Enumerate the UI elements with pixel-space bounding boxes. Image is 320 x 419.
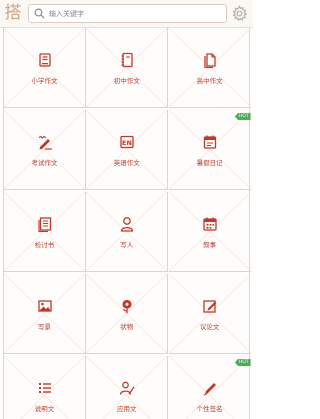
category-label: 叙事 (203, 241, 217, 249)
search-input[interactable] (49, 6, 221, 21)
category-item[interactable]: 写人 (86, 192, 169, 272)
category-label: 暑假日记 (196, 159, 223, 167)
category-item[interactable]: 应用文 (86, 356, 169, 419)
category-label: 高中作文 (196, 77, 223, 85)
diary-icon (203, 135, 216, 149)
category-label: 应用文 (117, 405, 137, 413)
top-bar: 搭 (0, 0, 253, 28)
document-icon (38, 217, 52, 232)
category-item[interactable]: 个性签名 HOT (168, 356, 251, 419)
category-label: 小学作文 (31, 77, 58, 85)
write-person-icon (120, 381, 135, 395)
category-label: 英语作文 (113, 159, 140, 167)
category-item[interactable]: 暑假日记 HOT (168, 110, 251, 190)
category-label: 写景 (38, 323, 51, 331)
category-item[interactable]: 叙事 (168, 192, 251, 272)
category-item[interactable]: 高中作文 (168, 28, 251, 108)
landscape-icon (38, 300, 52, 312)
category-label: 考试作文 (31, 159, 58, 167)
category-item[interactable]: 议论文 (168, 274, 251, 354)
app-logo: 搭 (4, 3, 22, 23)
category-grid: 小学作文 初中作文 高中作文考试作文 EN 英语作文 暑假日记 HOT 检讨书 写人 叙事写景 状物… (3, 28, 251, 419)
edit-icon (202, 300, 217, 313)
category-item[interactable]: 小学作文 (4, 28, 86, 108)
notebook-icon (121, 52, 133, 68)
calendar-icon (202, 217, 217, 231)
person-icon (121, 217, 134, 232)
search-icon (34, 8, 45, 19)
hot-badge: HOT (234, 113, 251, 120)
book-icon (39, 53, 51, 67)
category-label: 议论文 (199, 323, 220, 331)
category-item[interactable]: 状物 (86, 274, 169, 354)
pages-icon (203, 53, 216, 68)
category-item[interactable]: 写景 (4, 274, 86, 354)
category-item[interactable]: 初中作文 (86, 28, 169, 108)
category-item[interactable]: EN 英语作文 (86, 110, 169, 190)
category-label: 初中作文 (113, 77, 140, 85)
category-item[interactable]: 说明文 (4, 356, 86, 419)
category-label: 状物 (120, 323, 134, 331)
pen-icon (203, 383, 216, 396)
en-icon: EN (120, 135, 134, 149)
category-label: 个性签名 (196, 405, 223, 413)
category-item[interactable]: 检讨书 (4, 192, 86, 272)
list-icon (39, 383, 51, 393)
flower-icon (122, 300, 132, 313)
category-item[interactable]: 考试作文 (4, 110, 86, 190)
category-label: 说明文 (34, 405, 55, 413)
search-box[interactable] (28, 4, 227, 23)
category-label: 写人 (120, 241, 134, 249)
gear-icon[interactable] (231, 5, 248, 22)
svg-text:EN: EN (122, 139, 132, 147)
category-label: 检讨书 (34, 241, 55, 249)
exam-pen-icon (38, 135, 52, 150)
hot-badge: HOT (234, 359, 251, 366)
